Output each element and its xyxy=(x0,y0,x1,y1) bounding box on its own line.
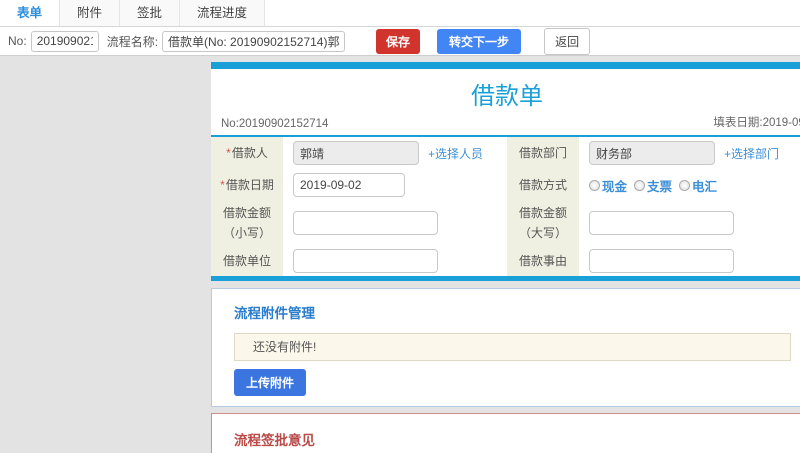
loan-reason-input[interactable] xyxy=(589,248,734,273)
field-loan-date: *借款日期 xyxy=(211,169,507,201)
form-bottom-accent-bar xyxy=(211,275,800,281)
tab-signoff[interactable]: 签批 xyxy=(120,0,181,26)
form-no-text: No:20190902152714 xyxy=(221,118,329,130)
select-person-link[interactable]: +选择人员 xyxy=(428,145,483,162)
radio-circle-icon[interactable] xyxy=(679,179,691,191)
field-department: 借款部门 +选择部门 xyxy=(507,137,800,169)
radio-wire-transfer[interactable]: 电汇 xyxy=(679,176,717,195)
forward-next-step-button[interactable]: 转交下一步 xyxy=(437,28,522,54)
no-input[interactable] xyxy=(30,30,99,52)
signoff-heading: 流程签批意见 xyxy=(234,432,315,448)
field-loan-unit: 借款单位 xyxy=(211,245,507,276)
no-attachments-message: 还没有附件! xyxy=(234,332,791,361)
amount-uppercase-label: 借款金额（大写） xyxy=(507,201,579,246)
signoff-panel: 流程签批意见 B I abc xyxy=(211,412,800,453)
department-input[interactable] xyxy=(589,141,715,165)
form-title: 借款单 xyxy=(471,83,543,110)
loan-method-radios: 现金 支票 电汇 xyxy=(589,176,717,195)
tab-progress[interactable]: 流程进度 xyxy=(180,0,266,26)
amount-uppercase-input[interactable] xyxy=(589,211,734,236)
radio-circle-icon[interactable] xyxy=(589,179,600,191)
save-button[interactable]: 保存 xyxy=(376,28,421,54)
field-borrower: *借款人 +选择人员 xyxy=(211,137,507,169)
radio-cheque[interactable]: 支票 xyxy=(634,176,672,195)
field-amount-uppercase: 借款金额（大写） xyxy=(507,201,800,246)
loan-date-label: *借款日期 xyxy=(211,169,283,201)
amount-lowercase-input[interactable] xyxy=(293,211,438,236)
action-toolbar: No: 流程名称: 保存 转交下一步 返回 xyxy=(0,27,800,56)
loan-date-input[interactable] xyxy=(293,173,405,197)
amount-lowercase-label: 借款金额（小写） xyxy=(211,201,283,246)
upload-attachment-button[interactable]: 上传附件 xyxy=(234,368,307,396)
radio-circle-icon[interactable] xyxy=(634,179,646,191)
loan-method-label: 借款方式 xyxy=(507,169,579,201)
field-amount-lowercase: 借款金额（小写） xyxy=(211,201,507,246)
form-fields-left-column: *借款人 +选择人员 *借款日期 借款金额（小写） xyxy=(211,137,507,276)
select-department-link[interactable]: +选择部门 xyxy=(724,145,779,162)
loan-form-panel: 借款单 No:20190902152714 填表日期:2019-09-02 15… xyxy=(211,62,800,281)
attachments-heading: 流程附件管理 xyxy=(234,305,315,321)
loan-reason-label: 借款事由 xyxy=(507,245,579,276)
loan-unit-label: 借款单位 xyxy=(211,245,283,276)
form-fields: *借款人 +选择人员 *借款日期 借款金额（小写） xyxy=(211,137,800,276)
form-meta-row: No:20190902152714 填表日期:2019-09-02 15:27:… xyxy=(211,114,800,137)
borrower-input[interactable] xyxy=(293,141,419,165)
page-background: 借款单 No:20190902152714 填表日期:2019-09-02 15… xyxy=(0,56,800,453)
back-button[interactable]: 返回 xyxy=(544,27,591,55)
form-date-text: 填表日期:2019-09-02 15:27:1 xyxy=(713,117,800,129)
process-name-input[interactable] xyxy=(162,30,346,52)
form-fields-right-column: 借款部门 +选择部门 借款方式 现金 xyxy=(507,137,800,276)
top-tab-bar: 表单 附件 签批 流程进度 xyxy=(0,0,800,27)
process-name-label: 流程名称: xyxy=(106,34,159,49)
no-label: No: xyxy=(8,34,27,48)
required-mark: * xyxy=(220,177,225,192)
field-loan-method: 借款方式 现金 支票 电汇 xyxy=(507,169,800,201)
radio-cash[interactable]: 现金 xyxy=(589,176,627,195)
required-mark: * xyxy=(226,145,231,160)
form-top-accent-bar xyxy=(211,62,800,69)
attachments-panel: 流程附件管理 还没有附件! 上传附件 xyxy=(211,287,800,407)
tab-form[interactable]: 表单 xyxy=(0,0,61,26)
tab-attachments[interactable]: 附件 xyxy=(60,0,121,26)
field-loan-reason: 借款事由 xyxy=(507,245,800,276)
loan-unit-input[interactable] xyxy=(293,248,438,273)
borrower-label: *借款人 xyxy=(211,137,283,169)
department-label: 借款部门 xyxy=(507,137,579,169)
